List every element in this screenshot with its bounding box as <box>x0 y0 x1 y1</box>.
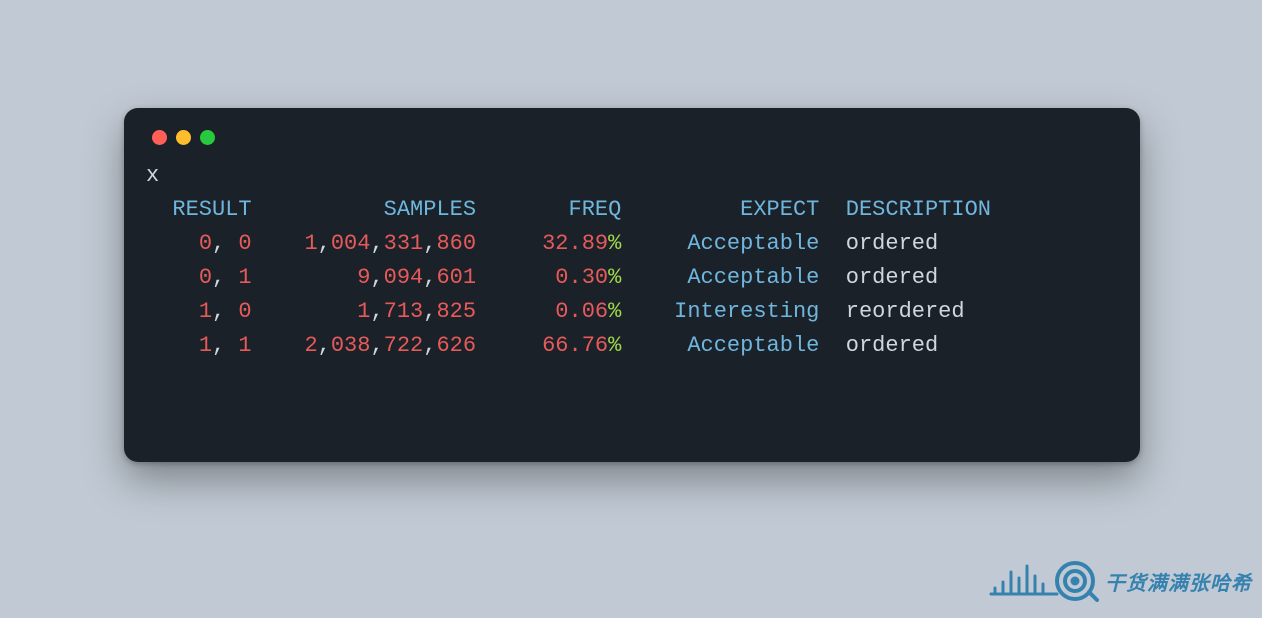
table-row: 1, 0 1,713,825 0.06% Interesting reorder… <box>146 295 1118 329</box>
table-row: 0, 0 1,004,331,860 32.89% Acceptable ord… <box>146 227 1118 261</box>
close-icon[interactable] <box>152 130 167 145</box>
prompt-line: x <box>146 159 1118 193</box>
table-row: 0, 1 9,094,601 0.30% Acceptable ordered <box>146 261 1118 295</box>
zoom-icon[interactable] <box>200 130 215 145</box>
window-titlebar <box>146 126 1118 159</box>
minimize-icon[interactable] <box>176 130 191 145</box>
watermark: 干货满满张哈希 <box>989 558 1252 604</box>
table-row: 1, 1 2,038,722,626 66.76% Acceptable ord… <box>146 329 1118 363</box>
watermark-text: 干货满满张哈希 <box>1105 567 1252 596</box>
terminal-window: x RESULT SAMPLES FREQ EXPECT DESCRIPTION… <box>124 108 1140 462</box>
table-header: RESULT SAMPLES FREQ EXPECT DESCRIPTION <box>146 193 1118 227</box>
sound-wave-icon <box>989 558 1099 604</box>
terminal-output: x RESULT SAMPLES FREQ EXPECT DESCRIPTION… <box>146 159 1118 364</box>
